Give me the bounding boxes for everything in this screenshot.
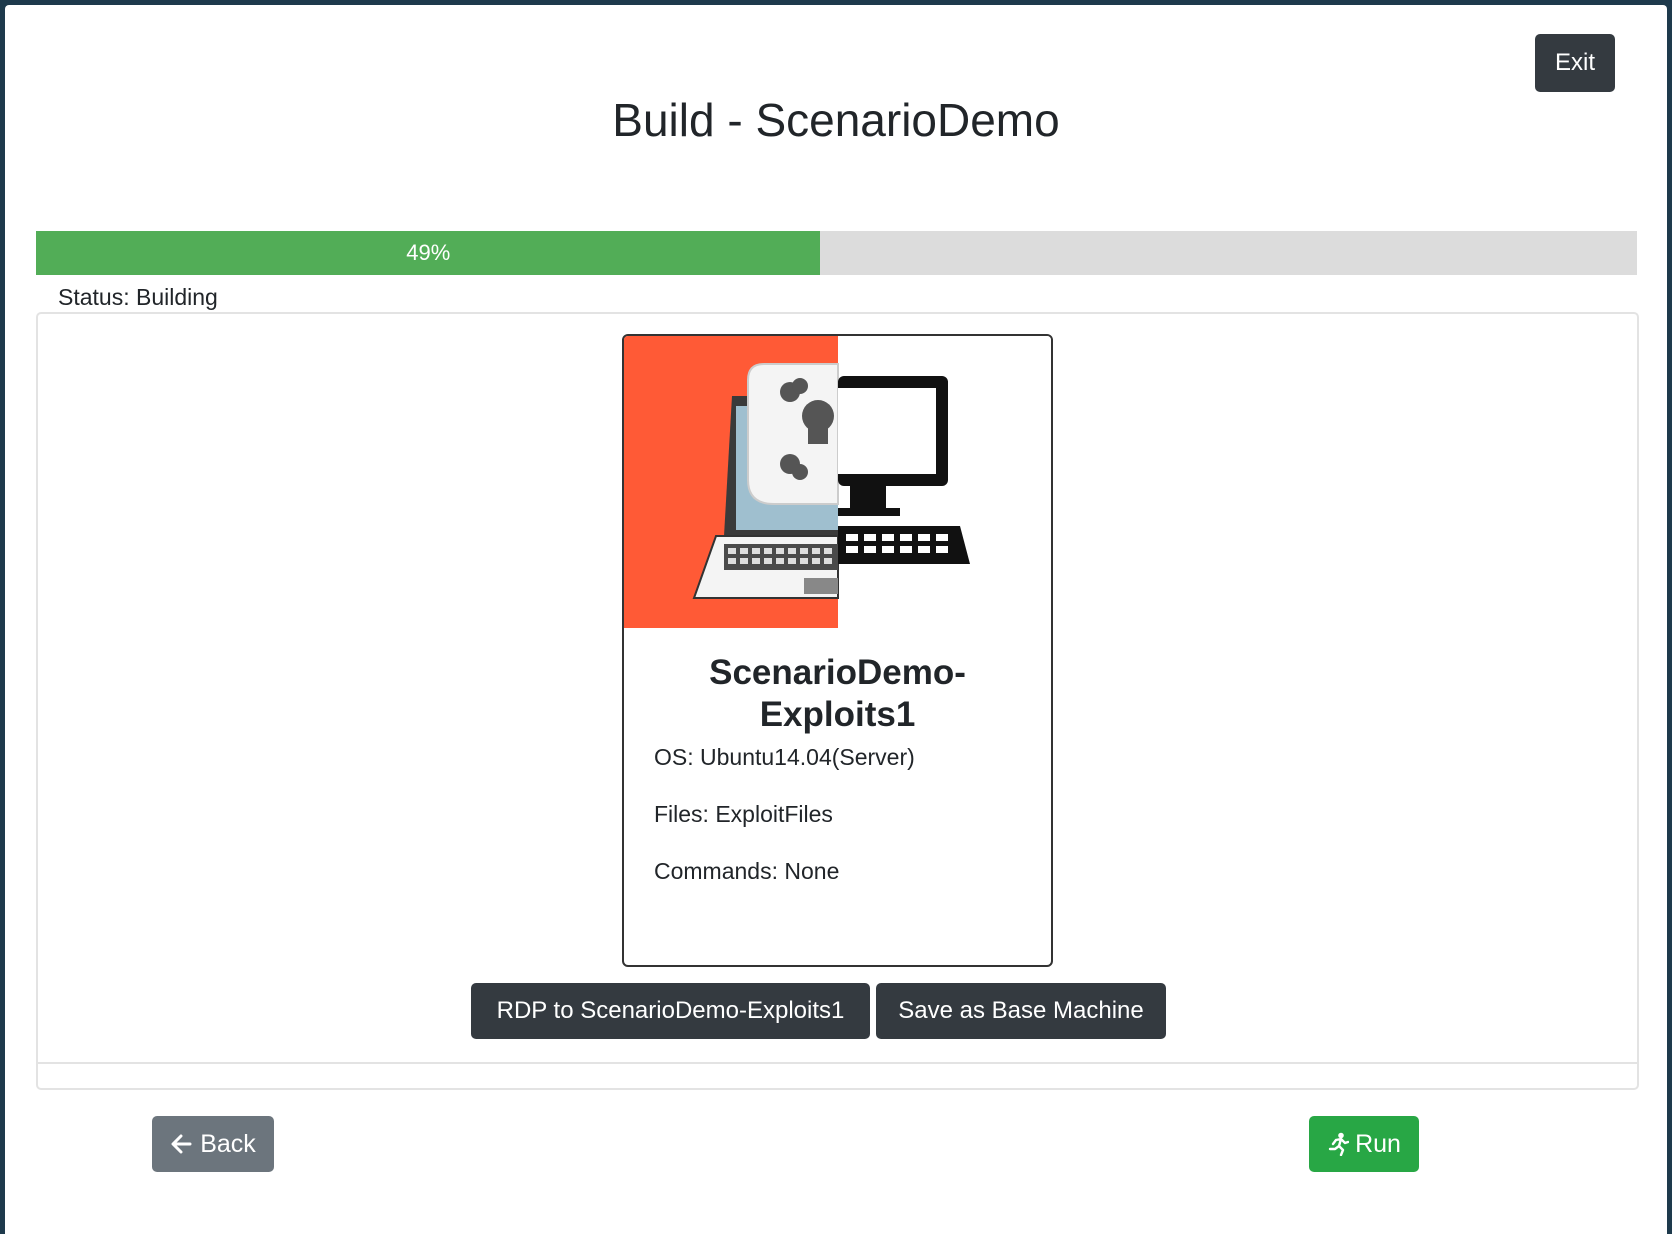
machines-panel: ScenarioDemo- Exploits1 OS: Ubuntu14.04(… bbox=[36, 312, 1639, 1090]
panel-footer-divider bbox=[38, 1062, 1637, 1064]
rdp-button[interactable]: RDP to ScenarioDemo-Exploits1 bbox=[471, 983, 870, 1039]
build-status: Status: Building bbox=[58, 284, 218, 310]
run-button-label: Run bbox=[1355, 1129, 1401, 1158]
back-button-label: Back bbox=[200, 1129, 256, 1158]
machine-name: ScenarioDemo- Exploits1 bbox=[624, 652, 1051, 736]
build-page: Exit Build - ScenarioDemo 49% Status: Bu… bbox=[5, 5, 1667, 1234]
laptop-skull-and-desktop-icon bbox=[624, 336, 1051, 628]
machine-name-line2: Exploits1 bbox=[759, 695, 916, 734]
arrow-left-icon bbox=[170, 1133, 192, 1155]
machine-card: ScenarioDemo- Exploits1 OS: Ubuntu14.04(… bbox=[622, 334, 1053, 967]
machine-os: OS: Ubuntu14.04(Server) bbox=[654, 744, 915, 770]
machine-commands: Commands: None bbox=[654, 858, 840, 884]
run-button[interactable]: Run bbox=[1309, 1116, 1419, 1172]
exit-button[interactable]: Exit bbox=[1535, 34, 1615, 92]
running-person-icon bbox=[1327, 1132, 1350, 1156]
page-title: Build - ScenarioDemo bbox=[612, 94, 1060, 146]
machine-name-line1: ScenarioDemo- bbox=[709, 653, 966, 692]
back-button[interactable]: Back bbox=[152, 1116, 274, 1172]
build-progress-fill: 49% bbox=[36, 231, 821, 275]
save-as-base-machine-button[interactable]: Save as Base Machine bbox=[876, 983, 1166, 1039]
machine-files: Files: ExploitFiles bbox=[654, 801, 833, 827]
build-progress: 49% bbox=[36, 231, 1637, 275]
build-progress-label: 49% bbox=[406, 240, 451, 265]
